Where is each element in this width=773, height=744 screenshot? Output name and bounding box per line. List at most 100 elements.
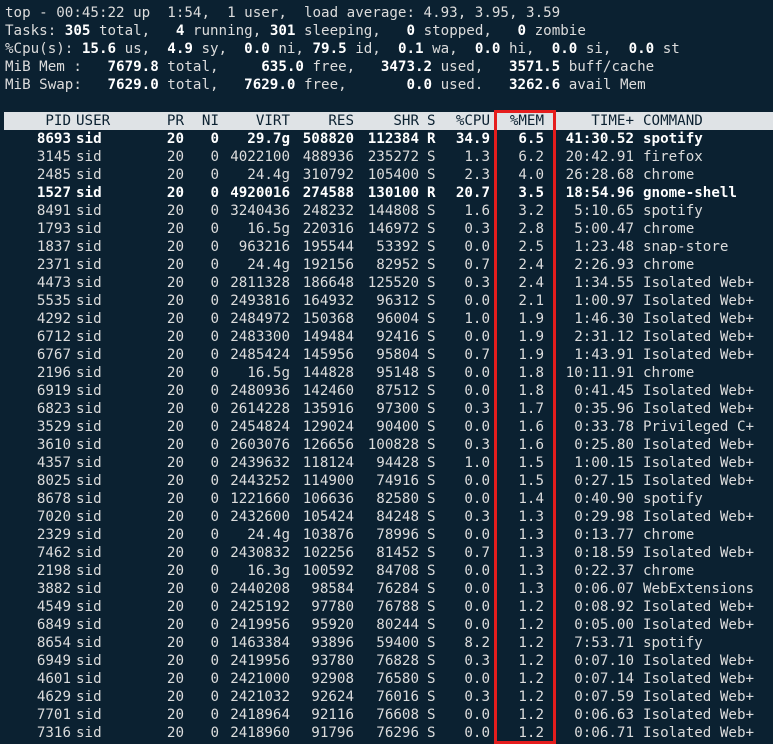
process-pid: 7701 [36,707,71,723]
process-cmd: Isolated Web+ [643,329,755,345]
tasks-stopped: 0 [406,23,416,39]
cpu-label: %Cpu(s): [5,41,82,57]
process-time: 0:27.15 [574,473,634,489]
process-cmd: Isolated Web+ [643,473,755,489]
process-pid: 3529 [36,419,71,435]
process-pid: 8654 [36,635,71,651]
swap-total-label: total, [158,77,245,93]
process-pid: 1837 [36,239,71,255]
column-header-time: TIME+ [591,113,634,129]
process-pid: 5535 [36,293,71,309]
process-cmd: Isolated Web+ [643,401,755,417]
process-cmd: chrome [643,257,695,273]
cpu-hi-label: hi, [500,41,552,57]
process-time: 1:23.48 [574,239,634,255]
process-pid: 3882 [36,581,71,597]
mem-used: 3473.2 [380,59,433,75]
mem-free-label: free, [303,59,381,75]
column-header-pid: PID [45,113,71,129]
process-pid: 2198 [36,563,71,579]
process-cmd: Isolated Web+ [643,347,755,363]
tasks-sleeping: 301 [269,23,296,39]
column-header-cmd: COMMAND [643,113,703,129]
process-pid: 1527 [36,185,71,201]
cpu-st-label: st [654,41,680,57]
tasks-sleeping-label: sleeping, [295,23,407,39]
swap-avail-label: avail Mem [560,77,646,93]
process-time: 0:35.96 [574,401,634,417]
process-pid: 4292 [36,311,71,327]
process-time: 0:06.63 [574,707,634,723]
process-cmd: Isolated Web+ [643,707,755,723]
process-pid: 2371 [36,257,71,273]
process-pid: 6712 [36,329,71,345]
tasks-label: Tasks: [5,23,65,39]
process-cmd: snap-store [643,239,729,255]
process-cmd: spotify [643,635,703,651]
mem-total: 7679.8 [107,59,159,75]
process-cmd: spotify [643,203,703,219]
process-time: 1:46.30 [574,311,634,327]
process-cmd: Isolated Web+ [643,599,755,615]
process-time: 18:54.96 [565,185,634,201]
cpu-us-label: us, [116,41,168,57]
mem-free: 635.0 [261,59,304,75]
process-cmd: Isolated Web+ [643,275,755,291]
mem-cache: 3571.5 [508,59,561,75]
process-pid: 6849 [36,617,71,633]
process-time: 0:41.45 [574,383,634,399]
process-time: 1:43.91 [574,347,634,363]
process-time: 2:26.93 [574,257,634,273]
cpu-hi: 0.0 [474,41,501,57]
process-pid: 4549 [36,599,71,615]
process-pid: 4629 [36,689,71,705]
process-time: 0:07.59 [574,689,634,705]
cpu-sy: 4.9 [167,41,193,57]
process-cmd: Isolated Web+ [643,311,755,327]
process-time: 0:22.37 [574,563,634,579]
process-cmd: WebExtensions [643,581,755,597]
tasks-total: 305 [64,23,91,39]
tasks-stopped-label: stopped, [415,23,518,39]
process-cmd: Isolated Web+ [643,383,755,399]
mem-used-label: used, [432,59,509,75]
cpu-wa: 0.1 [397,41,424,57]
process-time: 0:25.80 [574,437,634,453]
process-cmd: chrome [643,221,695,237]
process-time: 0:08.92 [574,599,634,615]
swap-total: 7629.0 [107,77,159,93]
process-pid: 7316 [36,725,71,741]
process-cmd: Isolated Web+ [643,689,755,705]
cpu-ni: 0.0 [244,41,270,57]
cpu-ni-label: ni, [269,41,313,57]
process-pid: 8693 [36,131,71,147]
process-time: 0:29.98 [574,509,634,525]
mem-line: MiB Mem : 7679.8 total, 635.0 free, 3473… [5,58,654,76]
process-pid: 4357 [36,455,71,471]
process-time: 20:42.91 [565,149,634,165]
tasks-zombie-label: zombie [526,23,586,39]
cpu-sy-label: sy, [192,41,245,57]
tasks-total-label: total, [90,23,176,39]
process-time: 41:30.52 [565,131,634,147]
mem-label: MiB Mem : [5,59,108,75]
process-time: 26:28.68 [565,167,634,183]
cpu-st: 0.0 [628,41,655,57]
process-time: 10:11.91 [565,365,634,381]
process-cmd: Isolated Web+ [643,653,755,669]
cpu-line: %Cpu(s): 15.6 us, 4.9 sy, 0.0 ni, 79.5 i… [5,40,680,58]
process-cmd: Isolated Web+ [643,671,755,687]
swap-avail: 3262.6 [508,77,561,93]
process-pid: 6767 [36,347,71,363]
process-cmd: gnome-shell [643,185,737,201]
cpu-id-label: id, [346,41,398,57]
process-pid: 6949 [36,653,71,669]
terminal-window[interactable]: top - 00:45:22 up 1:54, 1 user, load ave… [0,0,773,744]
process-cmd: chrome [643,167,695,183]
process-cmd: Isolated Web+ [643,725,755,741]
cpu-si: 0.0 [551,41,578,57]
process-time: 5:00.47 [574,221,634,237]
process-cmd: firefox [643,149,703,165]
process-time: 1:00.15 [574,455,634,471]
process-time: 0:06.07 [574,581,634,597]
